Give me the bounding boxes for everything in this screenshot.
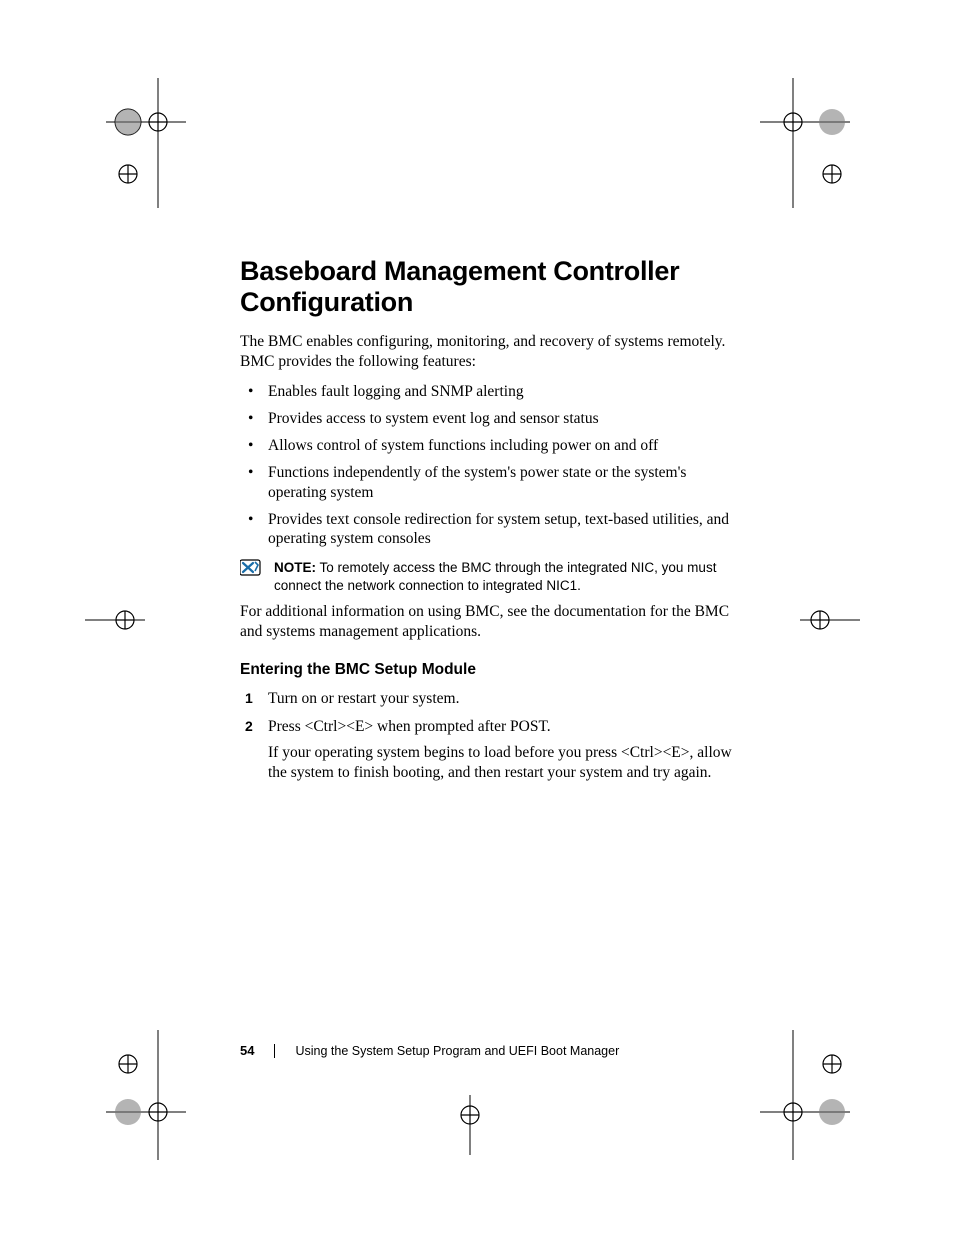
- note-block: NOTE: To remotely access the BMC through…: [240, 559, 740, 594]
- page-footer: 54 Using the System Setup Program and UE…: [240, 1043, 740, 1058]
- feature-list: Enables fault logging and SNMP alerting …: [240, 382, 740, 549]
- footer-title: Using the System Setup Program and UEFI …: [295, 1044, 619, 1058]
- step-subtext: If your operating system begins to load …: [268, 743, 740, 783]
- note-label: NOTE:: [274, 560, 316, 575]
- step-number: 1: [245, 689, 253, 707]
- steps-list: 1 Turn on or restart your system. 2 Pres…: [240, 689, 740, 784]
- intro-paragraph: The BMC enables configuring, monitoring,…: [240, 332, 740, 372]
- crop-mark-icon: [800, 600, 860, 640]
- subheading: Entering the BMC Setup Module: [240, 661, 740, 679]
- crop-mark-icon: [450, 1095, 490, 1155]
- followup-paragraph: For additional information on using BMC,…: [240, 602, 740, 642]
- step-item: 1 Turn on or restart your system.: [268, 689, 740, 709]
- list-item: Allows control of system functions inclu…: [268, 436, 740, 456]
- crop-mark-icon: [760, 1030, 850, 1160]
- step-text: Turn on or restart your system.: [268, 690, 459, 707]
- step-item: 2 Press <Ctrl><E> when prompted after PO…: [268, 717, 740, 783]
- list-item: Enables fault logging and SNMP alerting: [268, 382, 740, 402]
- crop-mark-icon: [85, 600, 145, 640]
- page-heading: Baseboard Management Controller Configur…: [240, 256, 740, 318]
- crop-mark-icon: [106, 78, 186, 208]
- list-item: Provides access to system event log and …: [268, 409, 740, 429]
- footer-separator: [274, 1044, 275, 1058]
- page-content: Baseboard Management Controller Configur…: [240, 256, 740, 791]
- crop-mark-icon: [106, 1030, 186, 1160]
- note-text: To remotely access the BMC through the i…: [274, 560, 716, 593]
- step-text: Press <Ctrl><E> when prompted after POST…: [268, 718, 551, 735]
- list-item: Provides text console redirection for sy…: [268, 510, 740, 550]
- crop-mark-icon: [760, 78, 850, 208]
- list-item: Functions independently of the system's …: [268, 463, 740, 503]
- step-number: 2: [245, 717, 253, 735]
- page-number: 54: [240, 1043, 254, 1058]
- note-icon: [240, 559, 262, 577]
